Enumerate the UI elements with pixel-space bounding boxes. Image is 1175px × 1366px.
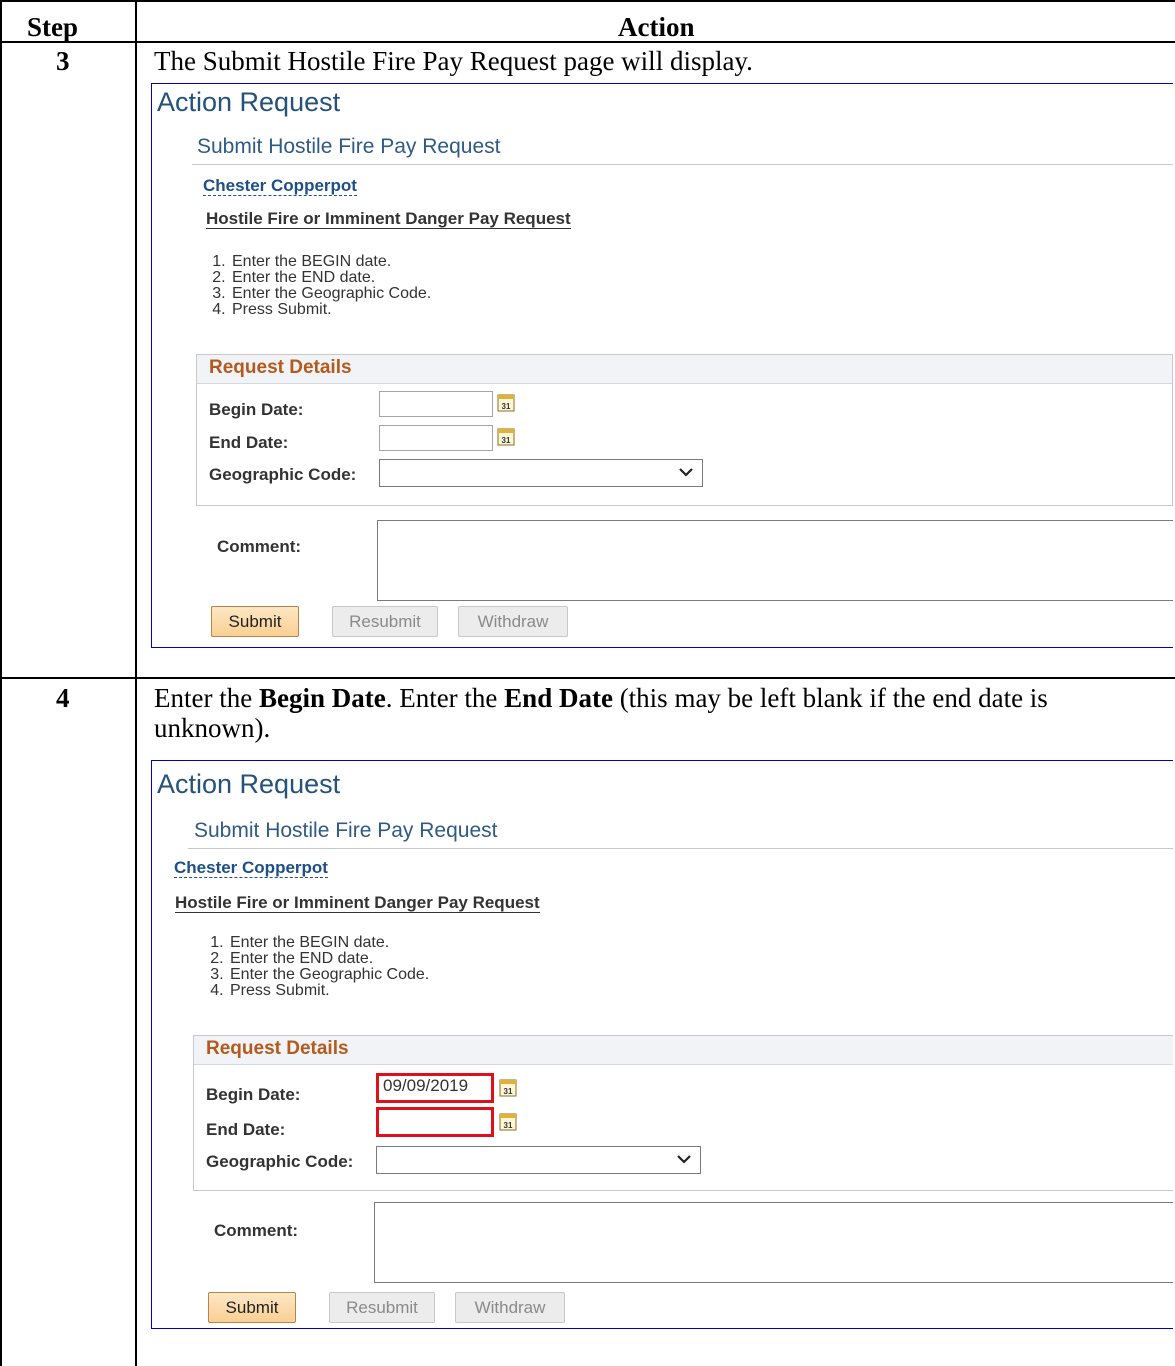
calendar-icon[interactable]: 31	[499, 1112, 517, 1131]
list-item: Enter the END date.	[230, 270, 431, 286]
end-date-input[interactable]	[379, 425, 493, 451]
page-title: Action Request	[157, 769, 341, 799]
submit-button[interactable]: Submit	[208, 1292, 296, 1323]
comment-label: Comment:	[217, 537, 302, 556]
begin-date-label: Begin Date:	[206, 1085, 301, 1104]
withdraw-button[interactable]: Withdraw	[455, 1292, 565, 1323]
screenshot-panel: Action Request Submit Hostile Fire Pay R…	[151, 760, 1173, 1329]
request-details-box: Request Details Begin Date: 09/09/2019 3…	[193, 1035, 1173, 1191]
column-header-step: Step	[27, 12, 79, 42]
step-instruction: Enter the Begin Date. Enter the End Date…	[154, 683, 1164, 743]
step-number: 4	[56, 683, 70, 713]
table-row-divider	[0, 677, 1175, 679]
calendar-icon[interactable]: 31	[497, 427, 515, 446]
page-title: Action Request	[157, 87, 341, 117]
begin-date-input[interactable]: 09/09/2019	[376, 1073, 494, 1103]
svg-text:31: 31	[502, 402, 511, 411]
submit-button[interactable]: Submit	[211, 606, 299, 637]
chevron-down-icon	[677, 1155, 691, 1164]
title-rule	[188, 848, 1173, 849]
title-rule	[192, 164, 1173, 165]
instruction-list: Enter the BEGIN date. Enter the END date…	[202, 935, 429, 999]
request-type-heading: Hostile Fire or Imminent Danger Pay Requ…	[206, 209, 571, 229]
withdraw-button[interactable]: Withdraw	[458, 606, 568, 637]
section-title: Request Details	[209, 357, 352, 378]
request-details-header: Request Details	[197, 355, 1172, 384]
instruction-list: Enter the BEGIN date. Enter the END date…	[204, 254, 431, 318]
table-border-top	[0, 0, 1175, 2]
calendar-icon[interactable]: 31	[499, 1078, 517, 1097]
begin-date-label: Begin Date:	[209, 400, 304, 419]
request-details-header: Request Details	[194, 1036, 1173, 1065]
geographic-code-label: Geographic Code:	[209, 465, 357, 484]
comment-textarea[interactable]	[374, 1202, 1173, 1283]
instruction-emphasis: End Date	[504, 683, 613, 713]
resubmit-button[interactable]: Resubmit	[332, 606, 438, 637]
request-type-heading: Hostile Fire or Imminent Danger Pay Requ…	[175, 893, 540, 913]
list-item: Enter the END date.	[228, 951, 429, 967]
geographic-code-select[interactable]	[376, 1146, 701, 1174]
employee-name-link[interactable]: Chester Copperpot	[203, 176, 357, 196]
table-column-divider	[135, 0, 137, 1366]
comment-textarea[interactable]	[377, 520, 1173, 601]
instruction-text: Enter the	[154, 683, 259, 713]
component-title: Submit Hostile Fire Pay Request	[194, 819, 498, 842]
geographic-code-label: Geographic Code:	[206, 1152, 354, 1171]
list-item: Enter the BEGIN date.	[228, 935, 429, 951]
section-title: Request Details	[206, 1038, 349, 1059]
svg-text:31: 31	[502, 436, 511, 445]
end-date-input[interactable]	[376, 1107, 494, 1137]
chevron-down-icon	[679, 468, 693, 477]
list-item: Press Submit.	[230, 302, 431, 318]
calendar-icon[interactable]: 31	[497, 393, 515, 412]
request-details-box: Request Details Begin Date: 31 End Date:…	[196, 354, 1173, 506]
step-number: 3	[56, 46, 70, 76]
end-date-label: End Date:	[209, 433, 289, 452]
table-header-divider	[0, 41, 1175, 43]
begin-date-input[interactable]	[379, 391, 493, 417]
instruction-emphasis: Begin Date	[258, 683, 386, 713]
svg-text:31: 31	[504, 1121, 513, 1130]
list-item: Enter the BEGIN date.	[230, 254, 431, 270]
screenshot-panel: Action Request Submit Hostile Fire Pay R…	[151, 83, 1173, 648]
instruction-text: . Enter the	[385, 683, 505, 713]
step-instruction: The Submit Hostile Fire Pay Request page…	[154, 46, 753, 76]
end-date-label: End Date:	[206, 1120, 286, 1139]
comment-label: Comment:	[214, 1221, 299, 1240]
svg-text:31: 31	[504, 1087, 513, 1096]
geographic-code-select[interactable]	[379, 459, 703, 487]
list-item: Enter the Geographic Code.	[230, 286, 431, 302]
column-header-action: Action	[618, 12, 695, 42]
employee-name-link[interactable]: Chester Copperpot	[174, 858, 328, 878]
procedure-table: Step Action 3 The Submit Hostile Fire Pa…	[0, 0, 1175, 1366]
component-title: Submit Hostile Fire Pay Request	[197, 135, 501, 158]
resubmit-button[interactable]: Resubmit	[329, 1292, 435, 1323]
list-item: Press Submit.	[228, 983, 429, 999]
table-border-left	[0, 0, 2, 1366]
list-item: Enter the Geographic Code.	[228, 967, 429, 983]
